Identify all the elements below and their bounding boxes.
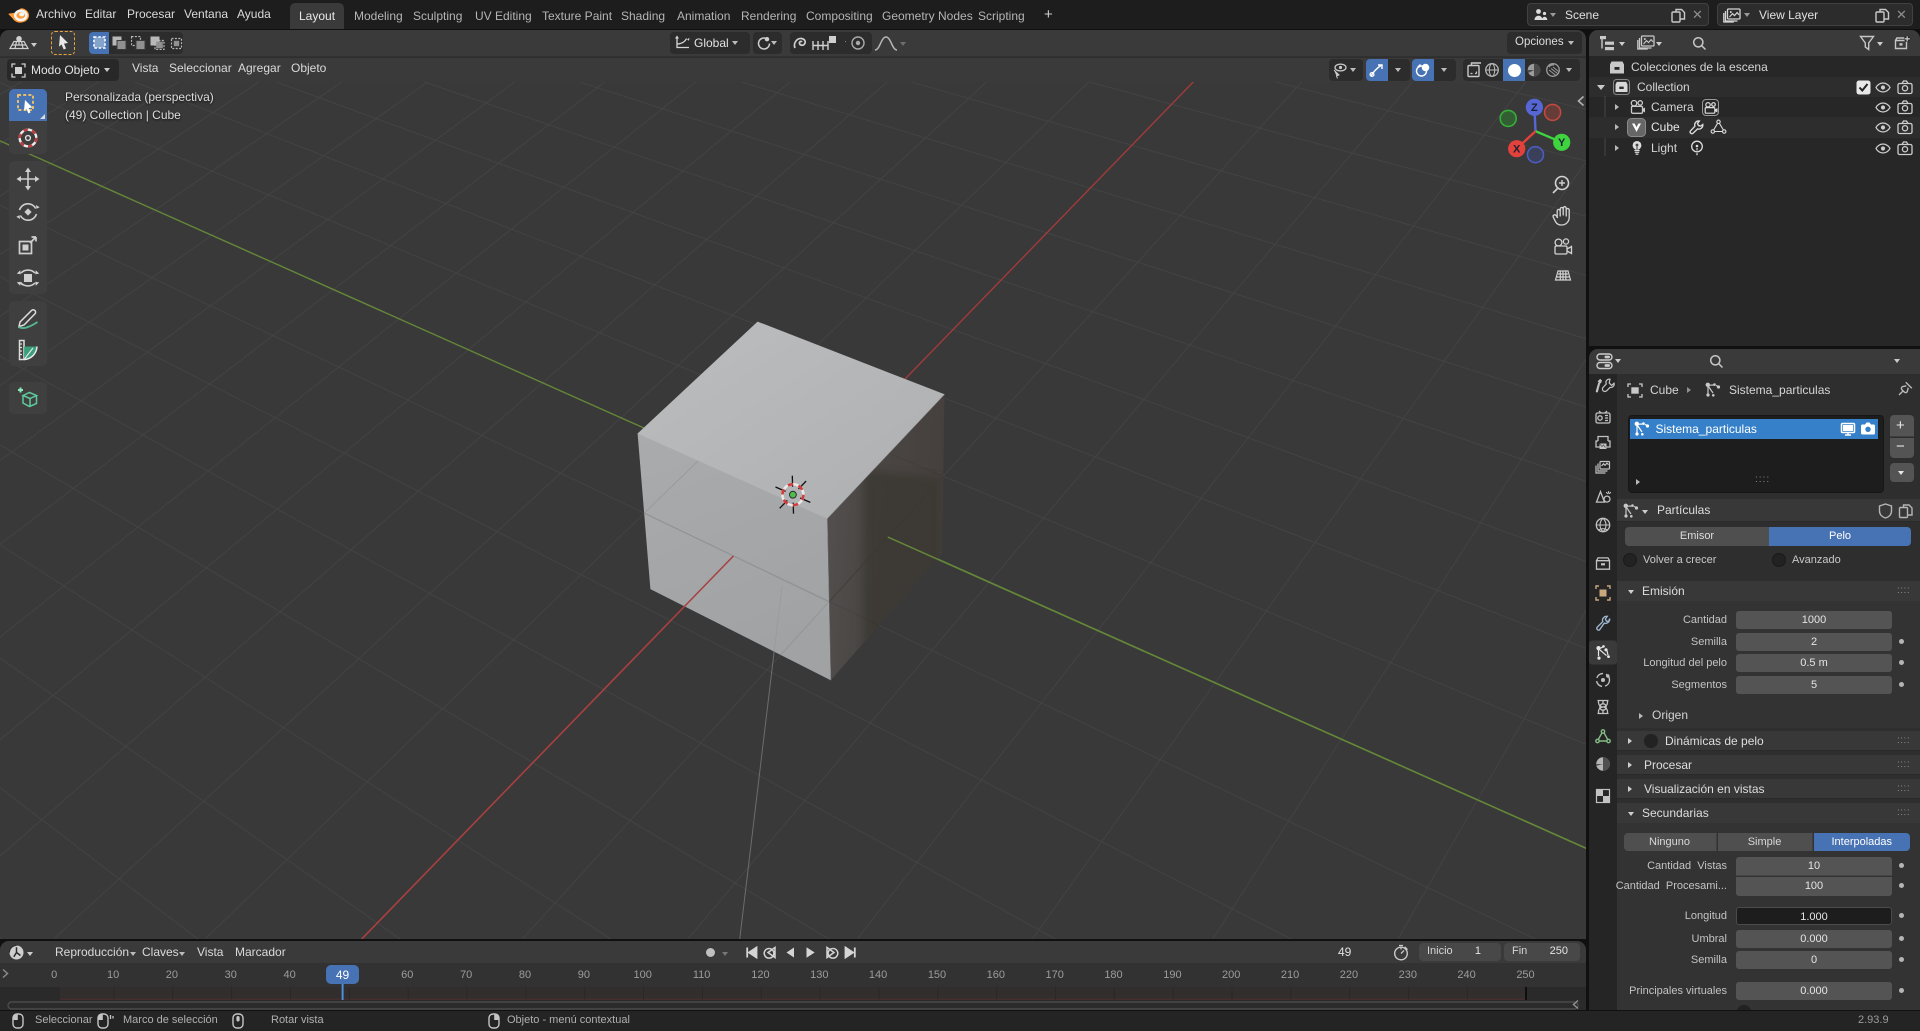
svg-text:70: 70 xyxy=(460,969,472,981)
svg-text:220: 220 xyxy=(1340,969,1358,981)
svg-text:Y: Y xyxy=(1558,137,1566,149)
svg-text:230: 230 xyxy=(1399,969,1417,981)
svg-text:10: 10 xyxy=(107,969,119,981)
svg-text:160: 160 xyxy=(987,969,1005,981)
svg-text:240: 240 xyxy=(1457,969,1475,981)
svg-text:120: 120 xyxy=(751,969,769,981)
svg-text:80: 80 xyxy=(519,969,531,981)
svg-text:130: 130 xyxy=(810,969,828,981)
svg-text:60: 60 xyxy=(401,969,413,981)
svg-text:0: 0 xyxy=(51,969,57,981)
svg-text:Z: Z xyxy=(1531,102,1538,114)
svg-text:30: 30 xyxy=(225,969,237,981)
svg-text:140: 140 xyxy=(869,969,887,981)
svg-text:20: 20 xyxy=(166,969,178,981)
svg-text:100: 100 xyxy=(634,969,652,981)
svg-text:250: 250 xyxy=(1516,969,1534,981)
svg-text:49: 49 xyxy=(336,968,350,982)
svg-text:190: 190 xyxy=(1163,969,1181,981)
svg-text:150: 150 xyxy=(928,969,946,981)
svg-text:40: 40 xyxy=(283,969,295,981)
svg-text:180: 180 xyxy=(1104,969,1122,981)
svg-text:210: 210 xyxy=(1281,969,1299,981)
svg-text:90: 90 xyxy=(578,969,590,981)
svg-text:110: 110 xyxy=(693,969,711,981)
svg-text:170: 170 xyxy=(1046,969,1064,981)
svg-text:X: X xyxy=(1513,144,1521,156)
svg-text:200: 200 xyxy=(1222,969,1240,981)
